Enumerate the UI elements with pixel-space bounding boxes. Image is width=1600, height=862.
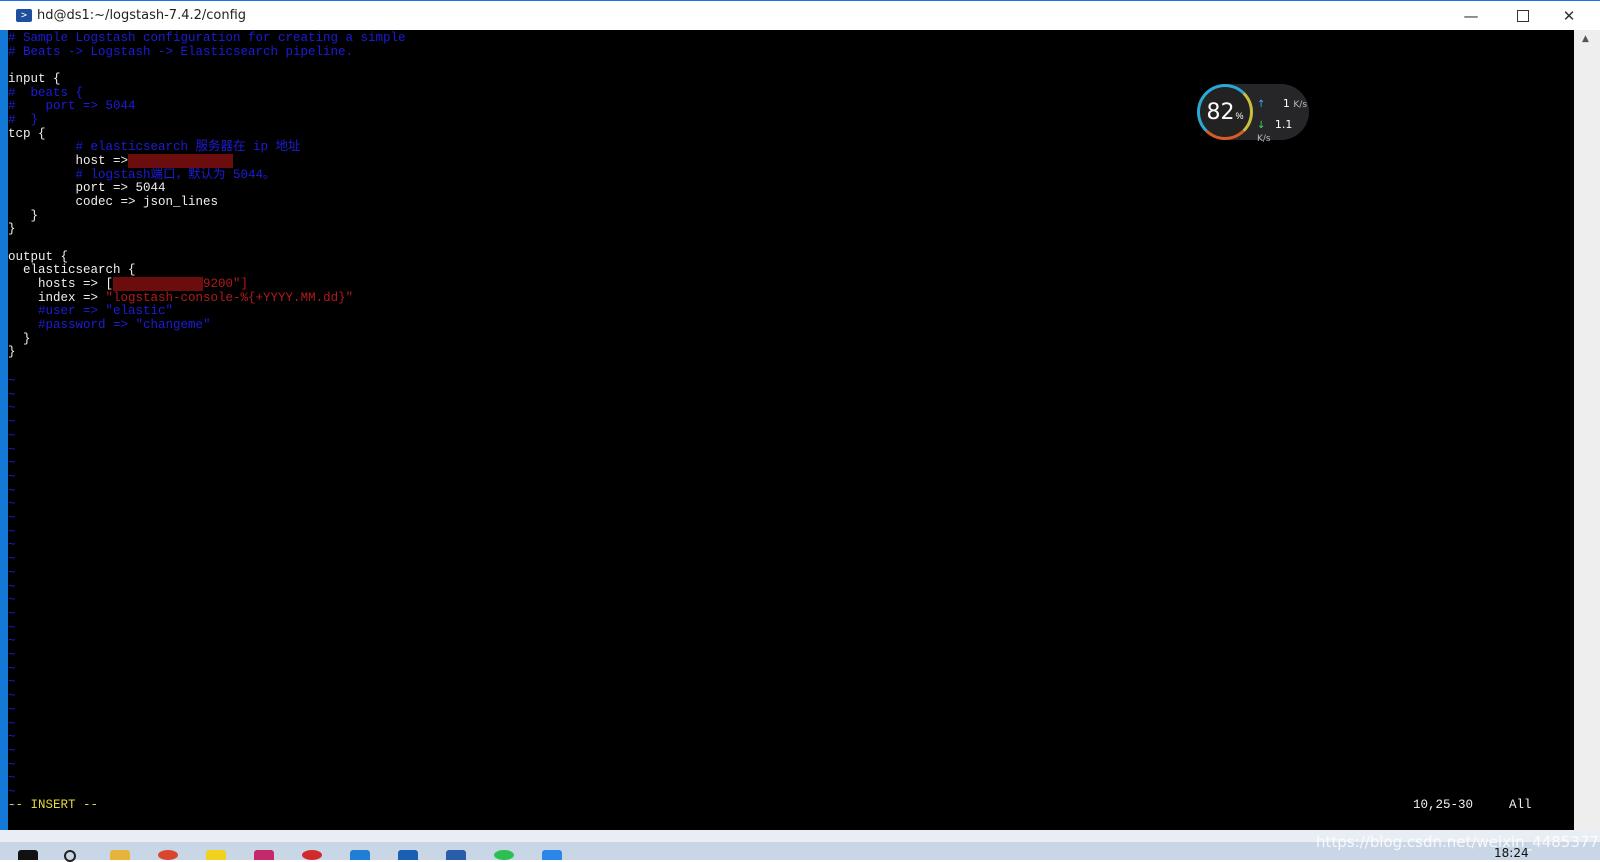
markdown-icon[interactable] (398, 850, 418, 860)
upload-rate: ↑ 1 K/s (1257, 97, 1307, 110)
powershell-icon: > (16, 9, 32, 22)
tilde-line: ~ (8, 661, 16, 676)
tilde-line: ~ (8, 606, 16, 621)
terminal-area[interactable]: # Sample Logstash configuration for crea… (8, 30, 1574, 830)
file-explorer-icon[interactable] (110, 850, 130, 860)
powershell-taskbar-icon[interactable] (446, 850, 466, 860)
tilde-line: ~ (8, 579, 16, 594)
index-key: index => (8, 291, 106, 305)
tilde-line: ~ (8, 511, 16, 525)
mail-icon[interactable] (542, 850, 562, 860)
search-icon[interactable] (64, 850, 76, 862)
notes-icon[interactable] (206, 850, 226, 860)
maximize-icon (1517, 9, 1529, 22)
tilde-line: ~ (8, 428, 16, 443)
app-red-icon[interactable] (302, 850, 322, 860)
redacted-host-value: "xxxxxxxxxxxx" (128, 154, 234, 168)
tilde-line: ~ (8, 565, 16, 580)
tilde-line: ~ (8, 415, 16, 430)
intellij-icon[interactable] (254, 850, 274, 860)
scroll-up-icon[interactable]: ▲ (1582, 34, 1589, 44)
minimize-button[interactable]: — (1448, 1, 1494, 30)
code-line-12: port => 5044 (8, 181, 166, 195)
upload-arrow-icon: ↑ (1257, 99, 1266, 110)
upload-value: 1 (1282, 97, 1290, 110)
tilde-line: ~ (8, 634, 16, 649)
vscode-icon[interactable] (350, 850, 370, 860)
code-line-4: input { (8, 72, 61, 86)
tilde-line: ~ (8, 469, 16, 484)
tilde-line: ~ (8, 374, 16, 388)
code-line-13: codec => json_lines (8, 195, 219, 209)
close-button[interactable]: ✕ (1546, 1, 1592, 30)
title-bar: > hd@ds1:~/logstash-7.4.2/config — ✕ (0, 0, 1600, 30)
code-line-22: #password => "changeme" (8, 318, 211, 332)
index-value: "logstash-console-%{+YYYY.MM.dd}" (105, 291, 354, 305)
code-line-18: elasticsearch { (8, 263, 136, 278)
download-rate: ↓ 1.1 K/s (1257, 118, 1307, 144)
upload-unit: K/s (1293, 100, 1308, 110)
maximize-button[interactable] (1500, 1, 1546, 30)
tilde-line: ~ (8, 771, 16, 786)
tilde-line: ~ (8, 743, 16, 758)
minimize-icon: — (1463, 6, 1479, 25)
tilde-line: ~ (8, 524, 16, 539)
tilde-line: ~ (8, 620, 16, 635)
watermark: https://blog.csdn.net/weixin_44853770 (1316, 833, 1600, 851)
tilde-line: ~ (8, 538, 16, 553)
code-line-10: host =>"xxxxxxxxxxxx" (8, 154, 234, 169)
code-line-19: hosts => ["xxxxxxxxxx:9200"] (8, 277, 249, 292)
code-line-24: } (8, 345, 16, 359)
tilde-line: ~ (8, 387, 16, 402)
code-line-2: # Beats -> Logstash -> Elasticsearch pip… (8, 45, 354, 59)
start-icon[interactable] (18, 850, 38, 860)
tilde-line: ~ (8, 483, 16, 498)
tilde-line: ~ (8, 442, 16, 457)
tilde-line: ~ (8, 702, 16, 717)
elasticsearch-key: elasticsearch { (8, 263, 136, 277)
redacted-hosts-value: "xxxxxxxxxx: (113, 277, 204, 291)
hosts-port: 9200"] (203, 277, 249, 291)
vertical-scrollbar[interactable]: ▲ (1574, 30, 1600, 830)
tilde-line: ~ (8, 401, 16, 416)
download-arrow-icon: ↓ (1257, 120, 1266, 131)
tilde-line: ~ (8, 689, 16, 704)
code-line-1: # Sample Logstash configuration for crea… (8, 31, 406, 45)
cursor-position: 10,25-30 (1413, 798, 1474, 812)
code-line-9: # elasticsearch 服务器在 ip 地址 (8, 140, 301, 154)
download-unit: K/s (1257, 134, 1271, 144)
cpu-percent: 82 (1206, 99, 1235, 125)
tilde-line: ~ (8, 593, 16, 608)
code-line-15: } (8, 222, 16, 236)
code-line-7: # } (8, 113, 39, 127)
host-key: host => (8, 154, 129, 168)
wechat-icon[interactable] (494, 850, 514, 860)
tilde-line: ~ (8, 456, 16, 471)
chrome-icon[interactable] (158, 850, 178, 860)
cpu-usage-ring: 82% (1197, 84, 1253, 140)
scroll-position: All (1509, 798, 1532, 812)
tilde-line: ~ (8, 716, 16, 731)
tilde-line: ~ (8, 648, 16, 662)
tilde-line: ~ (8, 552, 16, 567)
code-line-6: # port => 5044 (8, 99, 136, 113)
window-left-border (0, 30, 8, 830)
close-icon: ✕ (1562, 6, 1576, 25)
download-value: 1.1 (1274, 118, 1293, 131)
clock[interactable]: 18:24 (1494, 846, 1529, 860)
window-title: hd@ds1:~/logstash-7.4.2/config (37, 8, 247, 23)
tilde-line: ~ (8, 730, 16, 745)
cpu-unit: % (1235, 111, 1244, 121)
vim-mode-indicator: -- INSERT -- (8, 798, 99, 812)
code-line-21: #user => "elastic" (8, 304, 174, 318)
tilde-line: ~ (8, 675, 16, 690)
tilde-line: ~ (8, 757, 16, 772)
hosts-key: hosts => [ (8, 277, 114, 291)
tilde-line: ~ (8, 497, 16, 512)
